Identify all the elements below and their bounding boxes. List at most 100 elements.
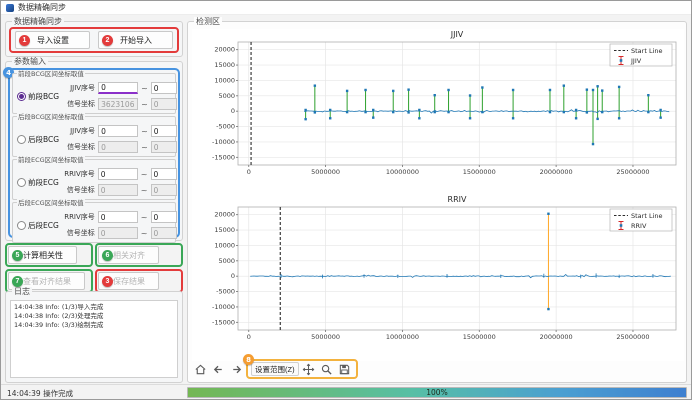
- param-input-from[interactable]: [98, 211, 138, 223]
- annotation-action-5: 5计算相关性: [5, 243, 93, 267]
- rriv-chart[interactable]: -15000-10000-500005000100001500020000050…: [192, 194, 684, 361]
- jjiv-plot[interactable]: -15000-10000-500005000100001500020000050…: [192, 29, 684, 196]
- range-separator: ~: [141, 213, 148, 222]
- radio-button[interactable]: [17, 178, 26, 187]
- legend-series: JJIV: [630, 57, 642, 65]
- param-input-to[interactable]: [151, 184, 177, 196]
- rriv-plot[interactable]: -15000-10000-500005000100001500020000050…: [192, 194, 684, 361]
- error-bar-cap: [447, 89, 449, 91]
- error-bar-cap: [549, 111, 551, 113]
- title-bar: 数据精确同步: [1, 1, 691, 15]
- action-button-5[interactable]: 5计算相关性: [8, 246, 77, 264]
- error-bar-cap: [592, 143, 594, 145]
- app-icon: [6, 4, 14, 12]
- param-row: 信号坐标~: [59, 141, 177, 154]
- param-row-label: RRIV序号: [59, 212, 95, 222]
- x-tick-label: 10000000: [386, 168, 419, 176]
- param-input-from[interactable]: [98, 125, 138, 137]
- legend-start-line: Start Line: [631, 212, 663, 220]
- x-tick-label: 20000000: [540, 333, 573, 341]
- status-text: 14:04:39 操作完成: [7, 388, 73, 399]
- param-input-from[interactable]: [98, 141, 138, 153]
- x-tick-label: 0: [247, 168, 251, 176]
- jjiv-chart[interactable]: -15000-10000-500005000100001500020000050…: [192, 29, 684, 196]
- param-section-1: 前段BCG区间坐标取值前段BCGJJIV序号~信号坐标~: [12, 73, 176, 114]
- params-group-title: 参数输入: [12, 57, 48, 66]
- home-button[interactable]: [192, 361, 208, 377]
- param-row: 信号坐标~: [59, 184, 177, 197]
- save-figure-button[interactable]: [337, 361, 353, 377]
- progress-label: 100%: [188, 388, 686, 398]
- error-bar-cap: [392, 111, 394, 113]
- error-bar-cap: [407, 88, 409, 90]
- action-buttons: 5计算相关性6相关对齐7查看对齐结果3保存结果: [5, 243, 183, 293]
- error-bar-cap: [481, 86, 483, 88]
- log-line: 14:04:38 Info: (1/3)导入完成: [14, 303, 174, 312]
- param-rows: JJIV序号~信号坐标~: [59, 79, 181, 113]
- import-button-1[interactable]: 1导入设置: [15, 31, 90, 49]
- radio-button[interactable]: [17, 135, 26, 144]
- y-tick-label: -5000: [216, 288, 235, 296]
- param-input-from[interactable]: [98, 184, 138, 196]
- button-label: 导入设置: [30, 35, 76, 46]
- badge-7: 7: [12, 276, 23, 287]
- log-line: 14:04:39 Info: (3/3)绘制完成: [14, 321, 174, 330]
- param-input-to[interactable]: [151, 125, 177, 137]
- pan-button[interactable]: [301, 361, 317, 377]
- param-input-from[interactable]: [98, 168, 138, 180]
- error-bar-cap: [346, 90, 348, 92]
- import-group-title: 数据精确同步: [12, 17, 64, 26]
- button-label: 保存结果: [113, 276, 145, 287]
- y-tick-label: -5000: [216, 123, 235, 131]
- badge-6: 6: [102, 250, 113, 261]
- error-bar-cap: [563, 84, 565, 86]
- param-input-from[interactable]: [98, 82, 138, 94]
- param-input-from[interactable]: [98, 98, 138, 110]
- param-row: RRIV序号~: [59, 168, 177, 181]
- annotation-action-6: 6相关对齐: [95, 243, 183, 267]
- x-tick-label: 15000000: [463, 333, 496, 341]
- back-button[interactable]: [210, 361, 226, 377]
- radio-option[interactable]: 前段ECG: [13, 165, 59, 199]
- set-range-button[interactable]: 设置范围(Z): [251, 362, 299, 376]
- param-row-label: 信号坐标: [59, 99, 95, 109]
- import-button-2[interactable]: 2开始导入: [98, 31, 173, 49]
- radio-label: 前段ECG: [28, 177, 59, 188]
- action-button-6[interactable]: 6相关对齐: [98, 246, 159, 264]
- action-button-3[interactable]: 3保存结果: [98, 272, 159, 290]
- error-bar-cap: [647, 111, 649, 113]
- radio-option[interactable]: 后段ECG: [13, 208, 59, 242]
- radio-label: 后段ECG: [28, 220, 59, 231]
- log-line: 14:04:38 Info: (2/3)处理完成: [14, 312, 174, 321]
- param-input-to[interactable]: [151, 141, 177, 153]
- param-row: JJIV序号~: [59, 82, 177, 95]
- radio-button[interactable]: [17, 221, 26, 230]
- error-bar-cap: [314, 111, 316, 113]
- error-bar-cap: [469, 117, 471, 119]
- status-bar: 14:04:39 操作完成 100%: [1, 384, 691, 399]
- forward-button[interactable]: [228, 361, 244, 377]
- error-bar-cap: [512, 89, 514, 91]
- param-input-to[interactable]: [151, 168, 177, 180]
- legend-series: RRIV: [631, 222, 647, 230]
- save-icon: [338, 363, 351, 376]
- param-section-title: 前段ECG区间坐标取值: [17, 156, 85, 164]
- error-bar-cap: [314, 84, 316, 86]
- error-bar-cap: [586, 88, 588, 90]
- param-input-to[interactable]: [151, 82, 177, 94]
- zoom-button[interactable]: [319, 361, 335, 377]
- badge-1: 1: [19, 35, 30, 46]
- error-bar-cap: [434, 111, 436, 113]
- param-input-to[interactable]: [151, 227, 177, 239]
- param-input-to[interactable]: [151, 211, 177, 223]
- radio-button[interactable]: [17, 92, 26, 101]
- param-input-to[interactable]: [151, 98, 177, 110]
- param-section-title: 前段BCG区间坐标取值: [17, 70, 85, 78]
- y-tick-label: 5000: [218, 257, 235, 265]
- radio-option[interactable]: 前段BCG: [13, 79, 59, 113]
- param-input-from[interactable]: [98, 227, 138, 239]
- button-label: 开始导入: [113, 35, 159, 46]
- x-tick-label: 10000000: [386, 333, 419, 341]
- button-label: 相关对齐: [113, 250, 145, 261]
- radio-option[interactable]: 后段BCG: [13, 122, 59, 156]
